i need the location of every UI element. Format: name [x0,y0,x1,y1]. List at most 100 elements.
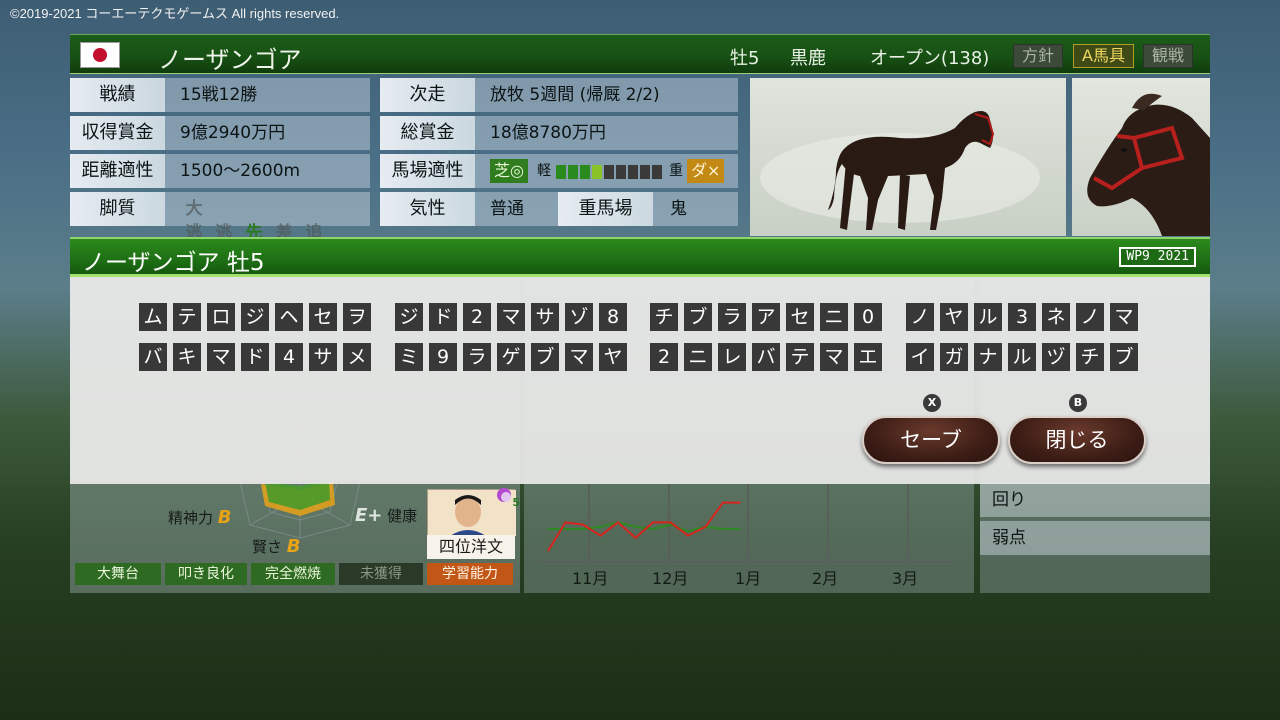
track-gauge-segment [616,165,626,179]
dialog-title: ノーザンゴア 牡5 [82,250,265,276]
password-char: ロ [207,303,235,331]
trait-chip-big-stage[interactable]: 大舞台 [75,563,161,585]
password-char: ル [974,303,1002,331]
password-char: ブ [531,343,559,371]
password-char: キ [173,343,201,371]
wisdom-grade: B [286,536,301,557]
password-char: 9 [429,343,457,371]
password-char: サ [531,303,559,331]
wisdom-stat: 賢さ B [252,536,301,557]
horse-header-bar: ノーザンゴア 牡5 黒鹿 オープン(138) 方針 A馬具 観戦 [70,34,1210,74]
password-char: ジ [395,303,423,331]
password-char: セ [786,303,814,331]
jockey-badge-count: 5 [512,496,520,509]
next-race-label: 次走 [380,78,475,112]
earnings-label: 収得賞金 [70,116,165,150]
distance-label: 距離適性 [70,154,165,188]
month-label-4: 3月 [892,569,919,588]
trait-chip-full-burn[interactable]: 完全燃焼 [251,563,335,585]
password-char: バ [752,343,780,371]
earnings-row: 収得賞金 9億2940万円 [70,116,370,150]
track-gauge-segment [640,165,650,179]
track-gauge-segment [580,165,590,179]
password-char: ネ [1042,303,1070,331]
coat-color: 黒鹿 [790,48,826,69]
heavy-track-label: 重馬場 [558,192,653,226]
track-light-label: 軽 [537,163,551,179]
temper-value: 普通 [490,199,524,219]
trait-chip-learning[interactable]: 学習能力 [427,563,513,585]
password-char: ナ [974,343,1002,371]
month-label-0: 11月 [572,569,609,588]
password-char: ア [752,303,780,331]
next-race-row: 次走 放牧 5週間 (帰厩 2/2) [380,78,738,112]
legs-label: 脚質 [70,192,165,226]
password-char: バ [139,343,167,371]
password-char: ジ [241,303,269,331]
weakness-item[interactable]: 弱点 [980,521,1210,555]
password-char: ゲ [497,343,525,371]
legs-types: 大逃逃先差追 [180,197,330,243]
record-value: 15戦12勝 [180,85,258,105]
month-label-2: 1月 [735,569,762,588]
gear-button[interactable]: A馬具 [1073,44,1134,68]
heavy-track-value: 鬼 [670,199,687,219]
trait-chip-unacquired[interactable]: 未獲得 [339,563,423,585]
horse-full-body-image [750,78,1066,236]
trait-chip-improve[interactable]: 叩き良化 [165,563,247,585]
password-char: 3 [1008,303,1036,331]
password-char: セ [309,303,337,331]
spirit-label: 精神力 [168,509,214,527]
password-char: チ [1076,343,1104,371]
password-char: ヲ [343,303,371,331]
password-char: テ [173,303,201,331]
track-gauge-segment [556,165,566,179]
track-gauge-segment [568,165,578,179]
password-char: ラ [718,303,746,331]
password-char: ブ [1110,343,1138,371]
next-race-value: 放牧 5週間 (帰厩 2/2) [490,85,660,105]
track-gauge-segment [628,165,638,179]
password-char: 4 [275,343,303,371]
password-char: ル [1008,343,1036,371]
password-char: マ [207,343,235,371]
password-char: 8 [599,303,627,331]
password-char: ム [139,303,167,331]
watch-button[interactable]: 観戦 [1143,44,1194,68]
password-char: 0 [854,303,882,331]
dirt-badge: ダ× [687,159,725,183]
policy-button[interactable]: 方針 [1013,44,1064,68]
password-char: メ [343,343,371,371]
track-gauge-segment [592,165,602,179]
password-char: テ [786,343,814,371]
save-button-group: X セーブ [862,394,1002,464]
temper-row: 気性 普通 重馬場 鬼 [380,192,738,226]
turf-badge: 芝◎ [490,159,528,183]
password-char: ヅ [1042,343,1070,371]
horse-info-panel: 戦績 15戦12勝 収得賞金 9億2940万円 距離適性 1500〜2600m … [70,76,740,243]
spirit-stat: 精神力 B [168,507,232,528]
earnings-value: 9億2940万円 [180,123,286,143]
distance-value: 1500〜2600m [180,161,301,181]
password-char: ヘ [275,303,303,331]
record-row: 戦績 15戦12勝 [70,78,370,112]
legs-row: 脚質 大逃逃先差追 [70,192,370,243]
password-char: サ [309,343,337,371]
password-char: ヤ [940,303,968,331]
password-char: マ [497,303,525,331]
save-button[interactable]: セーブ [862,416,1000,464]
password-char: ヤ [599,343,627,371]
password-char: イ [906,343,934,371]
password-char: マ [820,343,848,371]
track-heavy-label: 重 [669,163,683,179]
close-button[interactable]: 閉じる [1008,416,1146,464]
leg-type-0: 大逃 [185,199,203,243]
b-button-hint-icon: B [1069,394,1087,412]
password-char: ド [429,303,457,331]
spirit-grade: B [217,507,232,528]
password-char: ド [241,343,269,371]
jockey-name: 四位洋文 [427,535,515,559]
rotation-item[interactable]: 回り [980,483,1210,517]
health-label: 健康 [387,507,418,525]
wisdom-label: 賢さ [252,538,283,556]
